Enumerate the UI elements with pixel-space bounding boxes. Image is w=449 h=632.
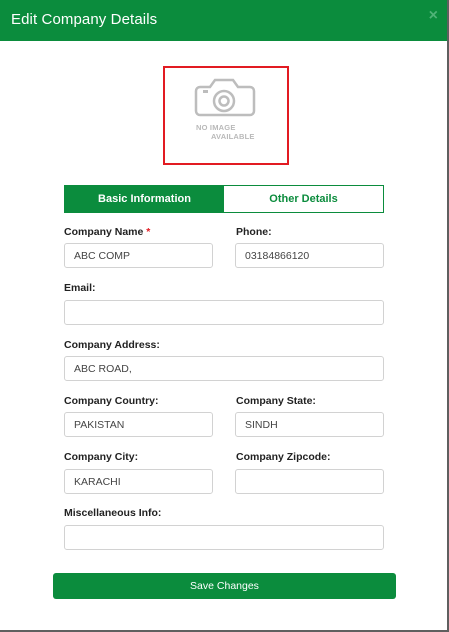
company-name-label-text: Company Name [64,226,144,238]
company-country-label: Company Country: [64,395,159,407]
company-address-label: Company Address: [64,339,160,351]
available-text: AVAILABLE [211,132,255,141]
email-label: Email: [64,282,96,294]
close-icon[interactable]: × [429,8,438,24]
company-state-label: Company State: [236,395,316,407]
tab-basic-information[interactable]: Basic Information [65,186,224,212]
company-city-label: Company City: [64,451,139,463]
camera-icon [194,78,256,117]
email-input[interactable] [64,300,384,325]
edit-company-modal: Edit Company Details × NO IMAGE AVAILABL… [0,0,447,630]
company-country-input[interactable] [64,412,213,437]
tab-other-details[interactable]: Other Details [224,186,383,212]
phone-input[interactable] [235,243,384,268]
company-name-input[interactable] [64,243,213,268]
company-zipcode-label: Company Zipcode: [236,451,331,463]
misc-info-input[interactable] [64,525,384,550]
phone-label: Phone: [236,226,272,238]
misc-info-label: Miscellaneous Info: [64,507,162,519]
tab-bar: Basic Information Other Details [64,185,384,213]
modal-title: Edit Company Details [11,11,158,28]
company-name-label: Company Name * [64,226,150,238]
company-state-input[interactable] [235,412,384,437]
modal-header: Edit Company Details × [0,0,447,41]
save-changes-button[interactable]: Save Changes [53,573,396,599]
required-marker: * [146,226,151,238]
company-address-input[interactable] [64,356,384,381]
company-zipcode-input[interactable] [235,469,384,494]
company-city-input[interactable] [64,469,213,494]
no-image-text: NO IMAGE [196,123,236,132]
company-logo-placeholder[interactable]: NO IMAGE AVAILABLE [163,66,289,165]
